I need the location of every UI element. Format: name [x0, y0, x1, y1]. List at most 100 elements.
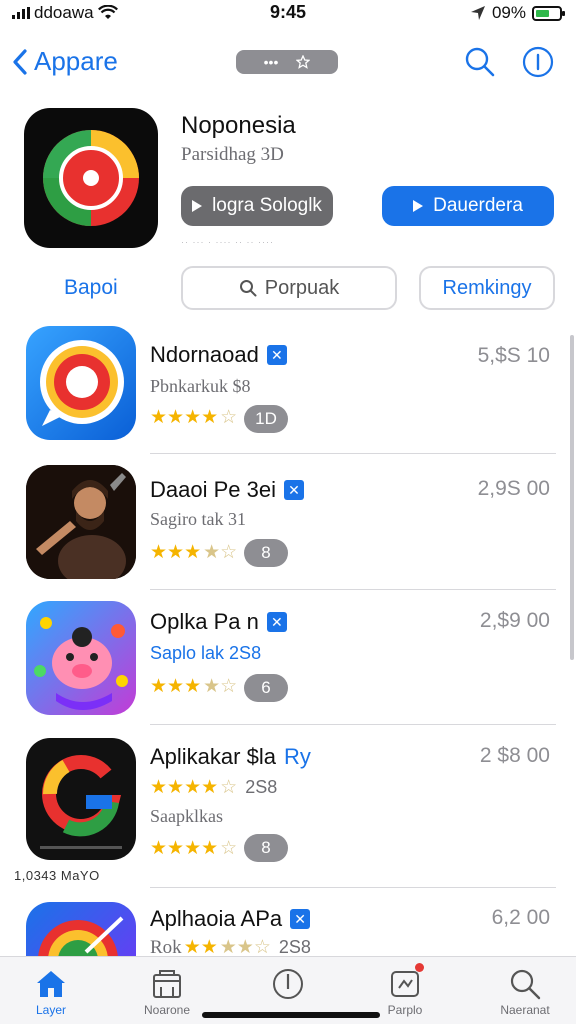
verified-icon: ✕ [290, 909, 311, 929]
status-bar: ddoawa 9:45 09% [0, 0, 576, 26]
search-icon [239, 280, 257, 297]
app-price: 5,$S 10 [477, 344, 550, 367]
featured-app-icon[interactable] [24, 108, 158, 248]
back-label: Appare [34, 46, 118, 76]
tab-layer[interactable]: Layer [6, 967, 96, 1017]
rating-count: 6 [244, 674, 288, 702]
tab-label: Parplo [387, 1003, 423, 1017]
rating-count: 8 [244, 539, 288, 567]
tab-search[interactable]: Naeranat [480, 967, 570, 1017]
chevron-left-icon [13, 48, 27, 75]
segment-search-label: Porpuak [264, 276, 340, 299]
app-name: Ndornaoad ✕ [150, 342, 287, 368]
featured-app-title: Noponesia [181, 112, 296, 139]
app-caption: 1,0343 MaYO [14, 868, 100, 883]
app-name-text: Aplikakar $la [150, 744, 276, 769]
app-logo-icon [43, 130, 139, 226]
rating-text: 2S8 [278, 937, 311, 956]
app-subtitle: Pbnkarkuk $8 [150, 376, 251, 396]
verified-icon: ✕ [283, 480, 304, 500]
back-button[interactable]: Appare [12, 46, 118, 77]
list-item[interactable]: Daaoi Pe 3ei ✕ 2,9S 00 Sagiro tak 31 ★★★… [0, 465, 576, 589]
segment-search[interactable]: Porpuak [181, 266, 397, 310]
app-price: 6,2 00 [491, 906, 550, 929]
rating-stars: Rok ★★ ★★☆ 2S8 [150, 936, 311, 957]
download-button[interactable]: Dauerdera [382, 186, 554, 226]
app-icon [26, 326, 136, 440]
tab-label: Layer [35, 1003, 67, 1017]
figure-logo-icon [26, 465, 136, 579]
app-subtitle: Rok [150, 936, 182, 957]
rating-text: 2S8 [245, 777, 278, 797]
app-name-text: Daaoi Pe 3ei [150, 477, 276, 502]
battery-icon [532, 5, 565, 21]
notification-dot [415, 963, 424, 972]
app-icon [26, 465, 136, 579]
home-icon [37, 971, 65, 997]
rating-stars: ★★★★☆ [150, 407, 238, 428]
featured-app-subtitle: Parsidhag 3D [181, 144, 284, 165]
verified-icon: ✕ [266, 612, 287, 632]
tab-label: Noarone [143, 1003, 191, 1017]
download-button-label: Dauerdera [433, 195, 523, 216]
star-outline-icon [296, 55, 311, 69]
rating-count: 8 [244, 834, 288, 862]
scrollbar[interactable] [570, 335, 574, 660]
divider [150, 724, 556, 725]
search-icon [510, 969, 541, 1000]
app-name: Daaoi Pe 3ei ✕ [150, 477, 304, 503]
divider [150, 589, 556, 590]
tab-store[interactable]: Noarone [122, 967, 212, 1017]
app-name-text: Ndornaoad [150, 342, 259, 367]
info-icon[interactable] [522, 46, 554, 78]
app-name-text: Aplhaoia APa [150, 906, 283, 931]
target-logo-icon [38, 916, 124, 956]
tab-label: Naeranat [500, 1003, 550, 1017]
app-price: 2,9S 00 [477, 477, 550, 500]
app-subtitle: Saplo lak 2S8 [150, 643, 262, 663]
tab-compass[interactable] [243, 967, 333, 1003]
chat-logo-icon [40, 340, 124, 426]
divider [150, 887, 556, 888]
tab-updates[interactable]: Parplo [360, 963, 450, 1017]
rating-stars: ★★★★☆ [150, 542, 238, 563]
app-price: 2,$9 00 [479, 609, 550, 632]
nav-pill[interactable]: ••• [236, 50, 338, 74]
home-indicator[interactable] [202, 1012, 380, 1018]
battery-percent: 09% [491, 3, 526, 22]
location-icon [470, 6, 485, 20]
verified-icon: ✕ [266, 345, 287, 365]
nav-actions [464, 46, 554, 78]
search-icon[interactable] [464, 46, 496, 78]
segment-left[interactable]: Bapoi [64, 276, 118, 300]
status-right: 09% [470, 3, 565, 23]
app-name-accent: Ry [283, 744, 311, 769]
updates-icon [391, 971, 419, 997]
store-icon [153, 970, 181, 998]
list-item[interactable]: Aplikakar $la Ry 2 $8 00 ★★★★ ☆ 2S8 Saapkl… [0, 738, 576, 888]
app-icon [26, 601, 136, 715]
divider [150, 453, 556, 454]
rating-stars: ★★★★ ☆ 2S8 [150, 777, 278, 798]
segment-right[interactable]: Remkingy [419, 266, 555, 310]
fine-print: ·· ··· · ···· ·· ·· ···· [181, 237, 274, 247]
list-item[interactable]: Oplka Pa n ✕ 2,$9 00 Saplo lak 2S8 ★★★ ★☆… [0, 601, 576, 725]
pig-logo-icon [34, 617, 128, 710]
app-icon [26, 738, 136, 860]
app-icon [26, 902, 136, 956]
pill-text: ••• [263, 54, 279, 70]
list-item[interactable]: Aplhaoia APa ✕ 6,2 00 Rok ★★ ★★☆ 2S8 [0, 902, 576, 956]
rating-count: 1D [244, 405, 288, 433]
play-icon [192, 200, 203, 212]
nav-bar: Appare ••• [0, 38, 576, 88]
app-name: Oplka Pa n ✕ [150, 609, 287, 635]
app-price: 2 $8 00 [479, 744, 550, 767]
compass-icon [273, 969, 303, 999]
play-icon [413, 200, 424, 212]
list-item[interactable]: Ndornaoad ✕ 5,$S 10 Pbnkarkuk $8 ★★★★ ☆ 1… [0, 326, 576, 454]
preview-button[interactable]: logra Sologlk [181, 186, 333, 226]
app-subtitle: Sagiro tak 31 [150, 509, 246, 529]
rating-stars: ★★★★☆ [150, 676, 238, 697]
g-logo-icon [40, 755, 122, 849]
app-name: Aplikakar $la Ry [150, 744, 311, 770]
